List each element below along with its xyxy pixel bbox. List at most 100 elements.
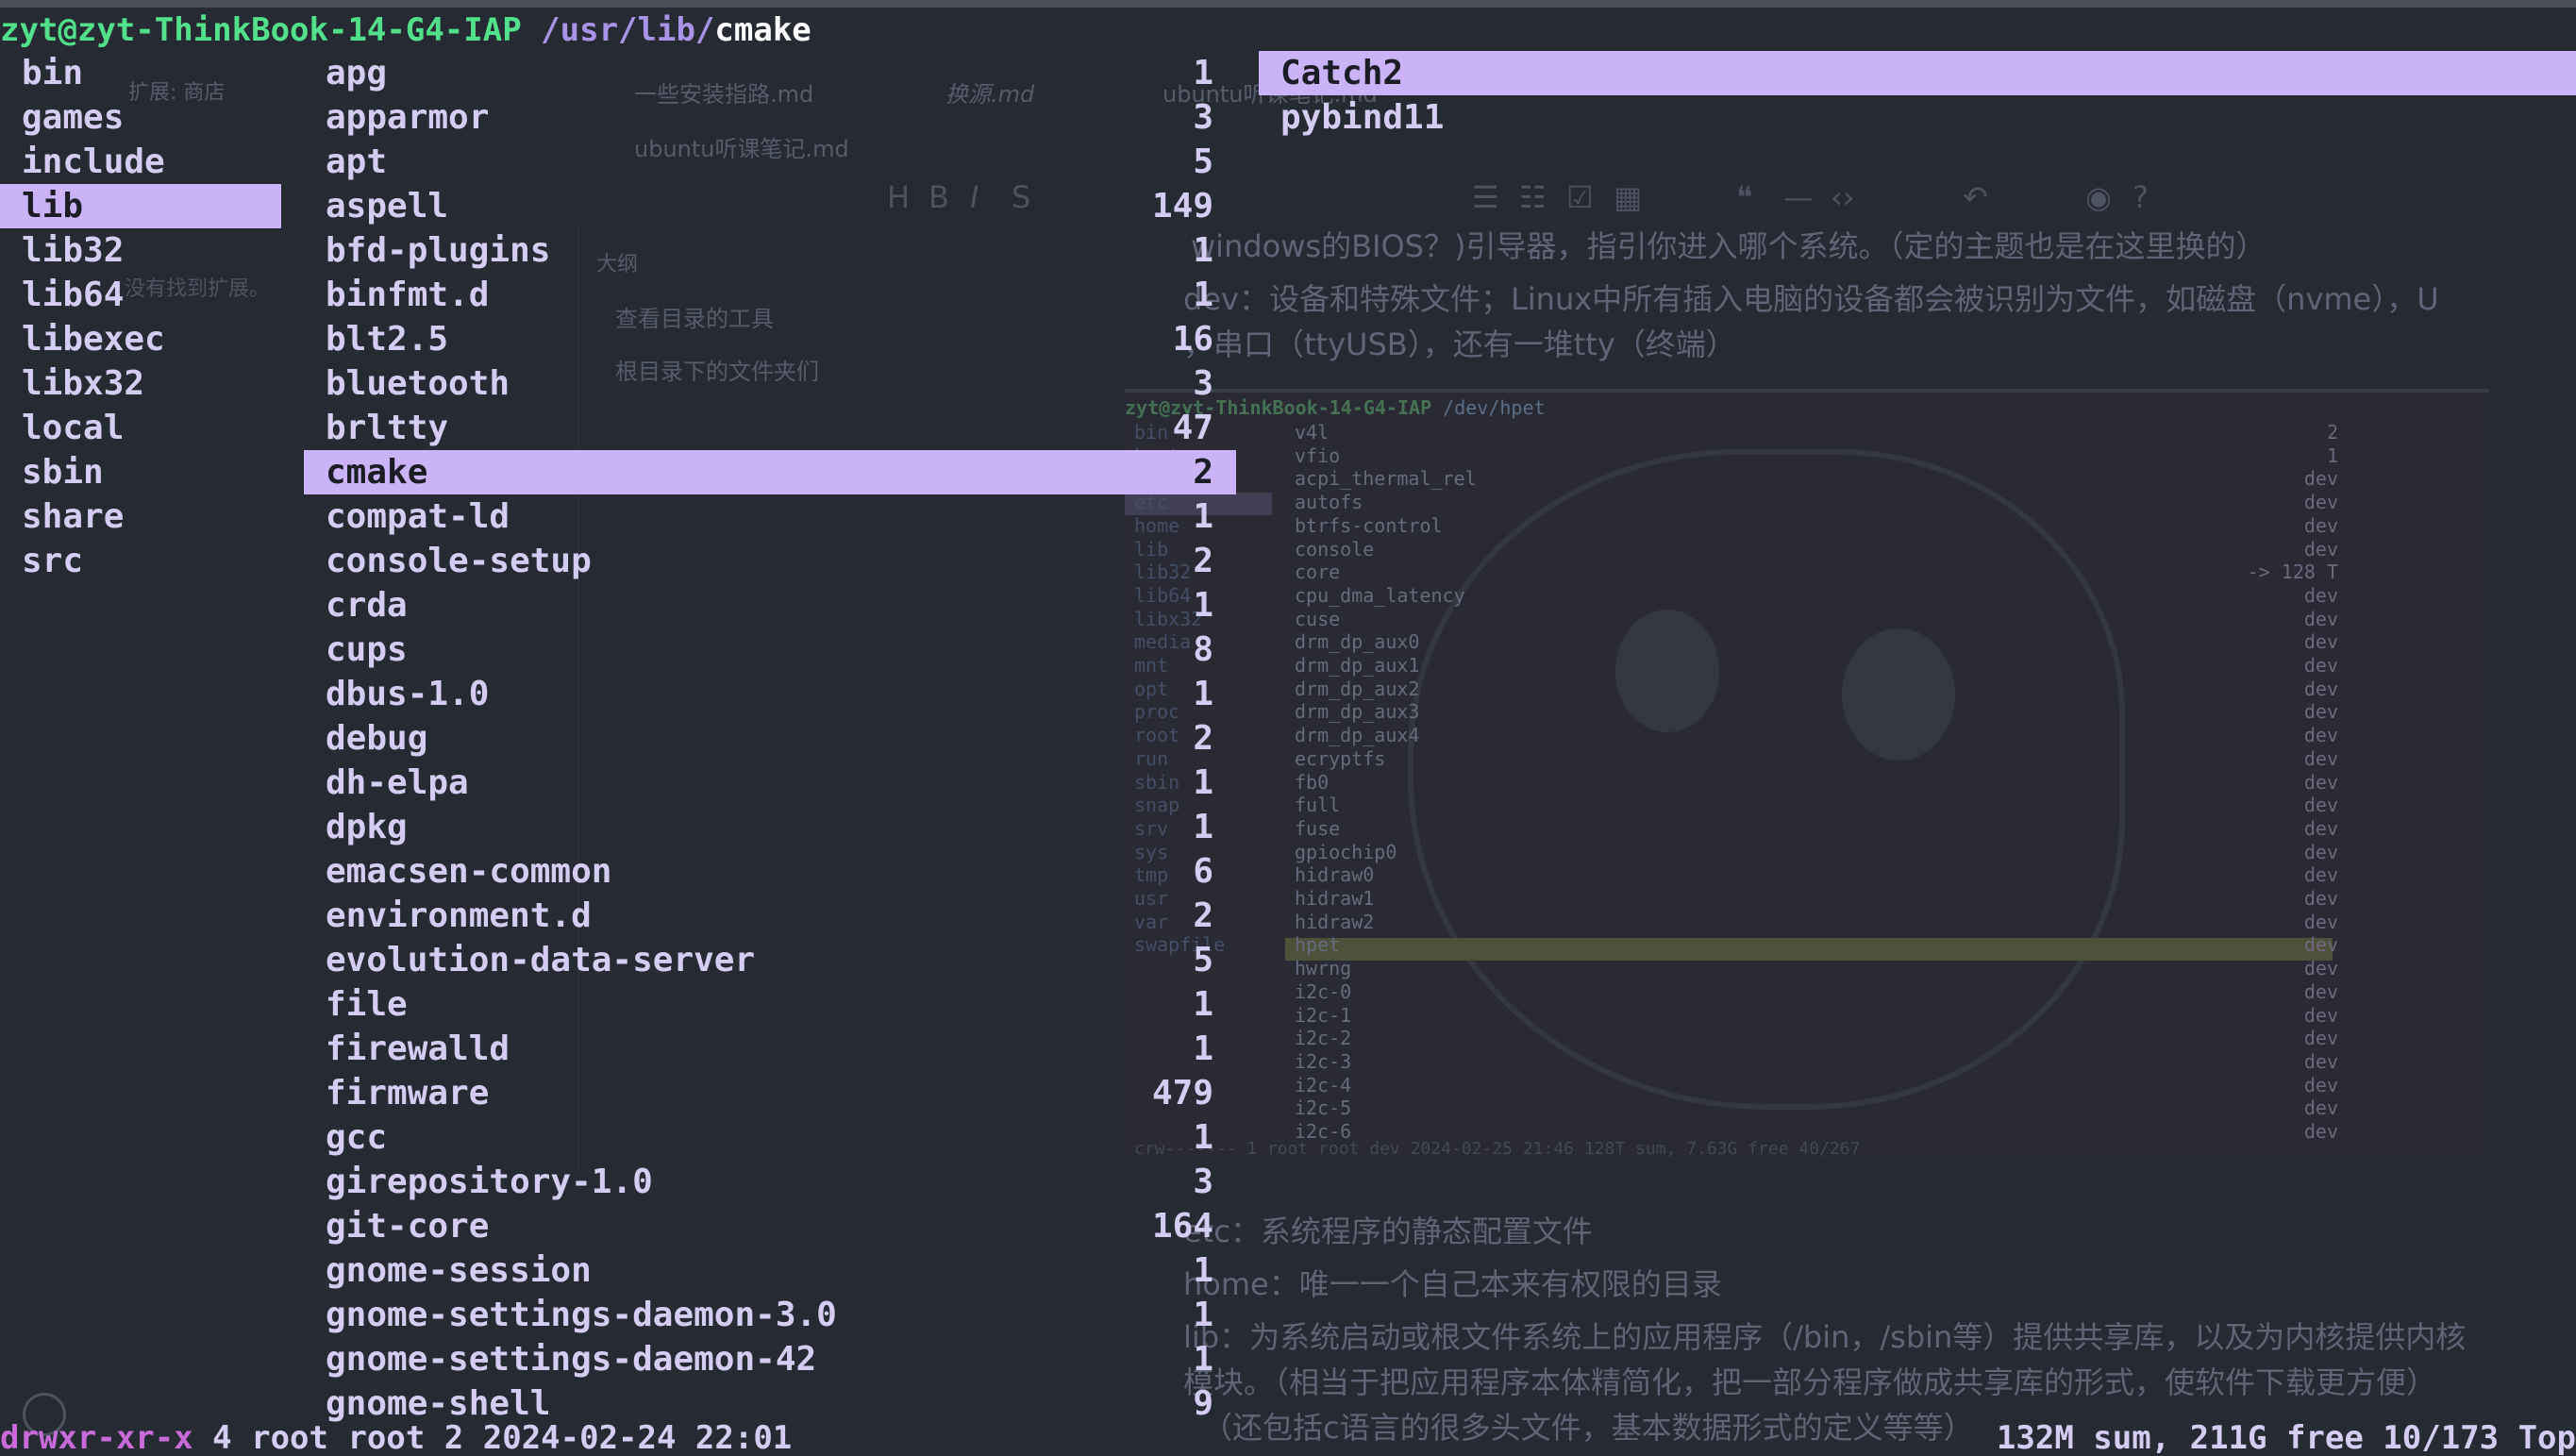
dir-entry[interactable]: file 1 [304,982,1236,1027]
dir-entry[interactable]: gcc 1 [304,1115,1236,1160]
list-icon[interactable]: ☰ [1472,179,1499,215]
embed-line: dev [2303,1027,2338,1050]
ranger-header: zyt@zyt-ThinkBook-14-G4-IAP /usr/lib/cma… [0,11,811,49]
embed-line: dev [2303,863,2338,887]
dir-entry[interactable]: binfmt.d 1 [304,273,1236,317]
current-dir: cmake [714,11,811,49]
embed-line: ecryptfs [1295,746,1386,770]
dir-entry[interactable]: dbus-1.0 1 [304,672,1236,716]
parent-dir-entry[interactable]: libx32 [0,361,281,406]
doc-line: etc：系统程序的静态配置文件 [1183,1213,1593,1249]
parent-dir-entry[interactable]: bin [0,51,281,95]
entry-count: 8 [1193,630,1213,669]
dir-entry[interactable]: apt 5 [304,140,1236,184]
dir-entry[interactable]: crda 1 [304,583,1236,628]
entry-name: bluetooth [326,364,510,403]
embed-line: fuse [1295,816,1341,840]
parent-dir-entry[interactable]: lib64 [0,273,281,317]
doc-line: home：唯一一个自己本来有权限的目录 [1183,1266,1722,1302]
parent-dir-entry[interactable]: share [0,494,281,539]
entry-name: libexec [22,320,165,359]
preview-entry[interactable]: Catch2 [1259,51,2576,95]
dir-entry[interactable]: firmware 479 [304,1071,1236,1115]
embed-line: -> 128 T [2247,561,2338,584]
quote-icon[interactable]: ❝ [1736,179,1752,215]
entry-name: dh-elpa [326,763,469,802]
entry-name: console-setup [326,542,592,580]
embed-line: dev [2303,933,2338,957]
dir-entry[interactable]: apparmor 3 [304,95,1236,140]
parent-dir-entry[interactable]: local [0,406,281,450]
entry-count: 1 [1193,497,1213,536]
entry-name: libx32 [22,364,145,403]
embed-line: vfio [1295,443,1341,467]
entry-name: Catch2 [1280,54,1404,92]
entry-name: firmware [326,1074,490,1113]
dir-entry[interactable]: bluetooth 3 [304,361,1236,406]
dir-entry[interactable]: emacsen-common 6 [304,849,1236,894]
embed-line: dev [2303,794,2338,817]
status-bar: drwxr-xr-x 4 root root 2 2024-02-24 22:0… [0,1421,2576,1456]
parent-dir-entry[interactable]: lib [0,184,281,228]
dir-entry[interactable]: gnome-session 1 [304,1248,1236,1293]
parent-dir-entry[interactable]: sbin [0,450,281,494]
entry-name: bin [22,54,84,92]
dir-entry[interactable]: environment.d 2 [304,894,1236,938]
table-icon[interactable]: ▦ [1614,179,1642,215]
dir-entry[interactable]: git-core 164 [304,1204,1236,1248]
dir-entry[interactable]: compat-ld 1 [304,494,1236,539]
entry-name: git-core [326,1207,490,1246]
preview-entry[interactable]: pybind11 [1259,95,2576,140]
preview-column: Catch2 pybind11 [1259,51,2576,140]
undo-icon[interactable]: ↶ [1963,179,1988,215]
dir-entry[interactable]: console-setup 2 [304,539,1236,583]
dir-entry[interactable]: cmake 2 [304,450,1236,494]
dir-entry[interactable]: apg 1 [304,51,1236,95]
parent-dir-entry[interactable]: src [0,539,281,583]
current-directory-column: apg 1 apparmor 3 apt 5 aspell 149 bfd-plugins 1 bi… [304,51,1236,1426]
dir-entry[interactable]: aspell 149 [304,184,1236,228]
dir-entry[interactable]: gnome-settings-daemon-42 1 [304,1337,1236,1381]
doc-line: 模块。（相当于把应用程序本体精简化，把一部分程序做成共享库的形式，使软件下载更方… [1183,1364,2437,1400]
permissions: drwxr-xr-x [0,1421,193,1456]
help-icon[interactable]: ? [2133,179,2149,215]
parent-dir-entry[interactable]: libexec [0,317,281,361]
parent-dir-entry[interactable]: lib32 [0,228,281,273]
embed-line: cuse [1295,607,1341,630]
file-meta: 4 root root 2 2024-02-24 22:01 [192,1421,793,1456]
dir-entry[interactable]: bfd-plugins 1 [304,228,1236,273]
dir-entry[interactable]: cups 8 [304,628,1236,672]
entry-count: 2 [1193,719,1213,758]
embed-line: dev [2303,677,2338,700]
entry-count: 2 [1193,542,1213,580]
dir-entry[interactable]: evolution-data-server 5 [304,938,1236,982]
dir-entry[interactable]: gnome-settings-daemon-3.0 1 [304,1293,1236,1337]
dir-entry[interactable]: girepository-1.0 3 [304,1160,1236,1204]
dir-entry[interactable]: brltty 47 [304,406,1236,450]
checkbox-icon[interactable]: ☑ [1566,179,1594,215]
entry-name: firewalld [326,1029,510,1068]
parent-dir-entry[interactable]: include [0,140,281,184]
entry-name: lib32 [22,231,125,270]
parent-dir-entry[interactable]: games [0,95,281,140]
entry-count: 2 [1193,896,1213,935]
dir-entry[interactable]: dpkg 1 [304,805,1236,849]
embed-line: dev [2303,840,2338,863]
embed-line: hidraw1 [1295,887,1375,911]
dir-entry[interactable]: dh-elpa 1 [304,761,1236,805]
ordered-list-icon[interactable]: ☷ [1519,179,1547,215]
dir-entry[interactable]: firewalld 1 [304,1027,1236,1071]
entry-name: cmake [326,453,428,492]
embed-line: dev [2303,1049,2338,1073]
entry-name: bfd-plugins [326,231,551,270]
embed-line: drm_dp_aux3 [1295,700,1420,724]
entry-name: brltty [326,409,449,447]
entry-name: gnome-shell [326,1384,551,1423]
dir-entry[interactable]: debug 2 [304,716,1236,761]
preview-eye-icon[interactable]: ◉ [2085,179,2112,215]
dir-entry[interactable]: blt2.5 16 [304,317,1236,361]
code-icon[interactable]: ‹› [1831,179,1855,215]
divider-icon[interactable]: — [1783,179,1814,215]
doc-line: windows的BIOS？)引导器，指引你进入哪个系统。（定的主题也是在这里换的… [1191,228,2267,264]
dir-entry[interactable]: gnome-shell 9 [304,1381,1236,1426]
